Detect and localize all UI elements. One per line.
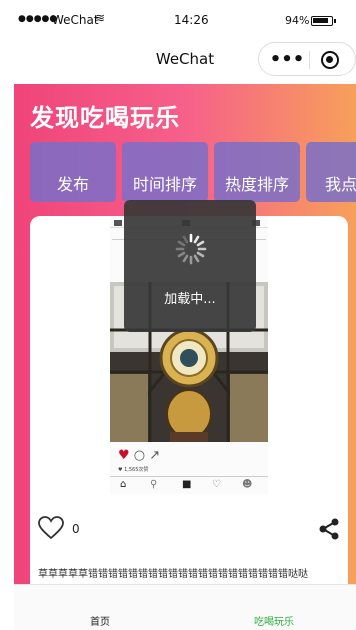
share-icon[interactable]: [318, 518, 340, 540]
status-bar: ●●●●● WeChat ≋ 14:26 94%: [14, 6, 356, 36]
tab-publish[interactable]: 发布: [30, 142, 116, 202]
heart-icon[interactable]: [38, 516, 64, 540]
tab-sort-by-time[interactable]: 时间排序: [122, 142, 208, 202]
tabbar-eat-drink-fun[interactable]: 吃喝玩乐: [254, 613, 294, 628]
close-miniprogram-icon[interactable]: [321, 51, 339, 69]
loading-spinner-icon: [175, 233, 207, 265]
loading-text: 加载中...: [164, 292, 216, 307]
like-share-row: 0: [38, 516, 342, 542]
carrier-name: WeChat: [52, 13, 99, 27]
phone-screen: ●●●●● WeChat ≋ 14:26 94% WeChat ••• 发现吃喝…: [14, 6, 356, 630]
discover-page: 发现吃喝玩乐 发布 时间排序 热度排序 我点赞: [14, 84, 356, 584]
like-count: 0: [72, 522, 80, 536]
menu-capsule: •••: [258, 42, 356, 76]
navigation-bar: WeChat •••: [14, 36, 356, 84]
tab-sort-by-popularity[interactable]: 热度排序: [214, 142, 300, 202]
image-like-count: ♥ 1,565次赞: [118, 467, 149, 473]
page-title: 发现吃喝玩乐: [30, 104, 180, 132]
battery-percent: 94%: [285, 14, 310, 27]
battery-icon: [311, 16, 336, 26]
filter-tabs: 发布 时间排序 热度排序 我点赞: [30, 142, 356, 202]
post-text: 草草草草草错错错错错错错错错错错错错错错错错错错错哒哒: [38, 569, 308, 580]
tabbar-home[interactable]: 首页: [90, 613, 110, 628]
tab-my-likes[interactable]: 我点赞: [306, 142, 356, 202]
capsule-divider: [309, 51, 310, 69]
bottom-tab-bar: 首页 吃喝玩乐: [14, 584, 356, 630]
more-options-icon[interactable]: •••: [267, 46, 307, 74]
wifi-icon: ≋: [95, 11, 106, 25]
clock: 14:26: [174, 13, 209, 27]
image-action-icons: ♥ ○ ↗: [118, 448, 161, 463]
image-bottom-nav: ⌂ ⚲ ■ ♡ ☻: [110, 476, 268, 492]
loading-toast: 加载中...: [124, 200, 256, 332]
